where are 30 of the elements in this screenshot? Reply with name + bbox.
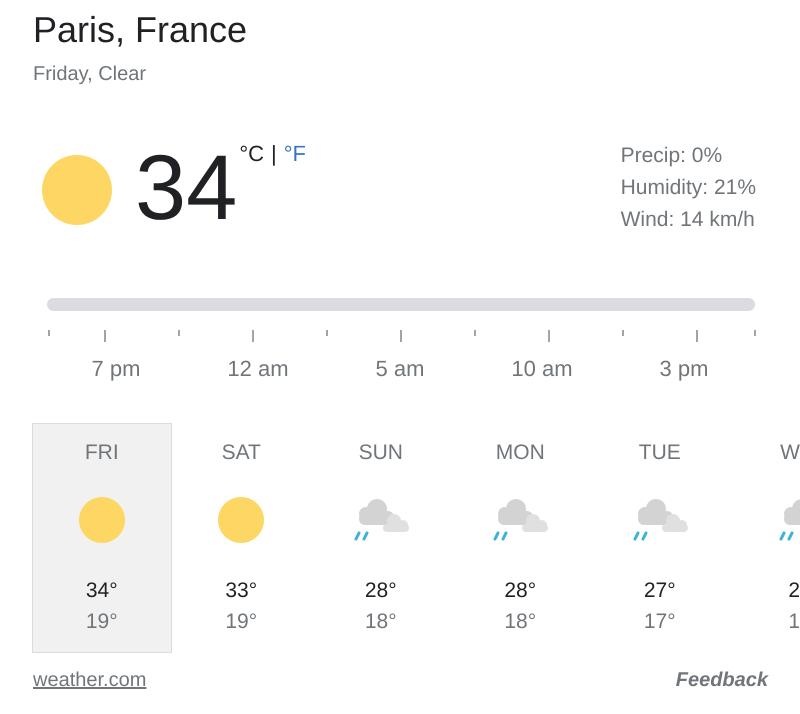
temperature-value: 34 <box>135 142 238 234</box>
unit-toggle[interactable]: °C <box>239 141 264 167</box>
time-slider-track[interactable] <box>47 298 755 311</box>
feedback-link[interactable]: Feedback <box>676 667 768 693</box>
day-tab[interactable]: W 2 1 <box>730 423 800 653</box>
sun-icon <box>78 497 125 543</box>
time-label: 7 pm <box>92 356 140 382</box>
time-label: 5 am <box>376 356 424 382</box>
rain-cloud-icon <box>632 499 688 541</box>
time-label: 10 am <box>511 356 573 382</box>
weather-detail: Wind: 14 km/h <box>620 207 756 233</box>
weather-detail: Precip: 0% <box>620 143 724 169</box>
sun-icon <box>218 497 264 543</box>
rain-cloud-icon <box>352 499 409 541</box>
rain-cloud-icon <box>778 499 800 541</box>
unit-separator: | <box>271 141 277 167</box>
day-tab[interactable]: TUE 27° 17° <box>590 423 730 653</box>
location-title: Paris, France <box>33 8 248 52</box>
unit-toggle[interactable]: °F <box>284 141 306 167</box>
source-link[interactable]: weather.com <box>33 667 146 693</box>
sun-icon <box>42 155 112 225</box>
day-tab[interactable]: MON 28° 18° <box>450 423 590 653</box>
day-tab[interactable]: SAT 33° 19° <box>172 423 311 653</box>
time-label: 3 pm <box>660 356 708 382</box>
time-label: 12 am <box>227 356 289 382</box>
rain-cloud-icon <box>492 499 548 541</box>
day-tab[interactable]: FRI 34° 19° <box>32 423 172 653</box>
weather-detail: Humidity: 21% <box>620 175 756 201</box>
day-tab[interactable]: SUN 28° 18° <box>311 423 450 653</box>
weather-summary: Friday, Clear <box>33 62 147 87</box>
